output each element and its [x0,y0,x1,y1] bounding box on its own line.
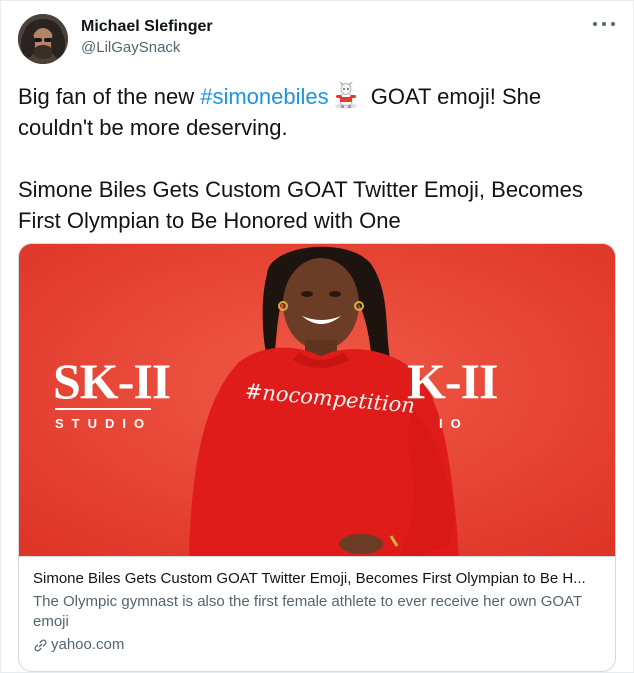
logo-rule [55,408,151,410]
tweet-text: Big fan of the new #simonebiles GOAT emo… [18,81,618,236]
dot [602,22,606,26]
link-preview-card[interactable]: SK-II STUDIO K-II IO #nocompetition Simo… [18,243,616,672]
studio-left-text: STUDIO [55,416,153,431]
tweet-headline: Simone Biles Gets Custom GOAT Twitter Em… [18,177,583,233]
dot [611,22,615,26]
tweet-paragraph-1: Big fan of the new #simonebiles GOAT emo… [18,81,618,143]
display-name[interactable]: Michael Slefinger [81,17,213,37]
goat-emoji-icon [334,81,357,109]
user-info: Michael Slefinger @LilGaySnack [81,17,213,58]
card-domain-text: yahoo.com [51,636,125,653]
avatar[interactable] [18,14,68,64]
tweet-card: Michael Slefinger @LilGaySnack Big fan o… [0,0,634,673]
card-title[interactable]: Simone Biles Gets Custom GOAT Twitter Em… [33,569,601,589]
dot [593,22,597,26]
card-domain[interactable]: yahoo.com [33,635,601,655]
link-icon [34,639,47,651]
logo-left: SK-II [53,353,171,409]
more-options-icon[interactable] [593,17,615,31]
tweet-text-before: Big fan of the new [18,84,201,109]
card-image[interactable]: SK-II STUDIO K-II IO #nocompetition [19,244,615,556]
studio-right-text: IO [439,416,469,431]
hashtag-link[interactable]: #simonebiles [200,84,328,109]
user-handle[interactable]: @LilGaySnack [81,38,213,58]
logo-right: K-II [407,353,498,409]
card-description: The Olympic gymnast is also the first fe… [33,593,582,630]
card-info[interactable]: Simone Biles Gets Custom GOAT Twitter Em… [19,556,615,671]
